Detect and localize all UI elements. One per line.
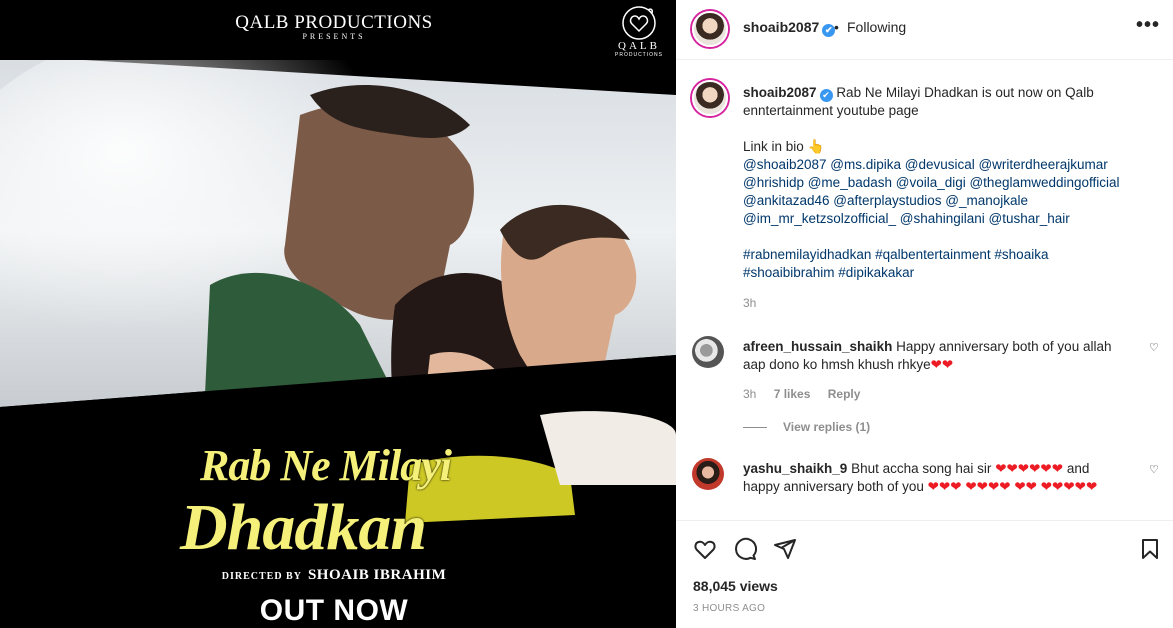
logo-sub: PRODUCTIONS xyxy=(615,52,663,58)
comment-text: afreen_hussain_shaikh Happy anniversary … xyxy=(743,338,1123,374)
share-icon[interactable] xyxy=(773,537,797,561)
like-heart-icon[interactable] xyxy=(693,537,717,561)
caption-avatar[interactable] xyxy=(692,80,728,116)
comment-hearts-b: ❤❤❤ ❤❤❤❤ ❤❤ ❤❤❤❤❤ xyxy=(927,479,1098,494)
movie-title-line1: Rab Ne Milayi xyxy=(200,441,452,490)
post-actions: 88,045 views 3 HOURS AGO xyxy=(676,520,1173,628)
comment-text: yashu_shaikh_9 Bhut accha song hai sir ❤… xyxy=(743,460,1123,496)
comment-meta: 3h 7 likes Reply xyxy=(743,387,874,401)
director-name: SHOAIB IBRAHIM xyxy=(307,567,447,583)
logo-word: QALB xyxy=(618,40,660,52)
comment-item: yashu_shaikh_9 Bhut accha song hai sir ❤… xyxy=(692,458,1162,520)
like-comment-icon[interactable]: ♡ xyxy=(1149,341,1159,354)
movie-title-line2: Dhadkan xyxy=(180,491,427,564)
post-caption: shoaib2087 ✔ Rab Ne Milayi Dhadkan is out… xyxy=(743,84,1143,312)
comment-username[interactable]: yashu_shaikh_9 xyxy=(743,461,847,476)
post-side-panel: shoaib2087 ✔ • Following ••• shoaib2087 ✔ … xyxy=(676,0,1173,628)
comment-icon[interactable] xyxy=(733,537,757,561)
commenter-avatar[interactable] xyxy=(692,336,724,368)
view-replies-label[interactable]: View replies (1) xyxy=(783,420,870,434)
separator-dot: • xyxy=(834,19,839,35)
reply-button[interactable]: Reply xyxy=(828,387,861,401)
caption-hashtags[interactable]: #rabnemilayidhadkan #qalbentertainment #… xyxy=(743,246,1143,282)
replies-divider xyxy=(743,427,767,429)
caption-time[interactable]: 3h xyxy=(743,294,1143,312)
following-button[interactable]: Following xyxy=(847,19,906,35)
header-username[interactable]: shoaib2087 ✔ xyxy=(743,19,836,37)
comment-body-a: Bhut accha song hai sir xyxy=(851,461,992,476)
comment-likes[interactable]: 7 likes xyxy=(774,387,811,401)
comment-hearts-a: ❤❤❤❤❤❤ xyxy=(995,461,1064,476)
heart-logo-icon xyxy=(622,6,656,40)
qalb-logo: QALB PRODUCTIONS xyxy=(608,4,670,66)
avatar[interactable] xyxy=(692,11,728,47)
like-comment-icon[interactable]: ♡ xyxy=(1149,463,1159,476)
post-media[interactable]: QALB PRODUCTIONS PRESENTS QALB PRODUCTIO… xyxy=(0,0,676,628)
comments-scroll[interactable]: shoaib2087 ✔ Rab Ne Milayi Dhadkan is out… xyxy=(676,61,1173,520)
more-options-icon[interactable]: ••• xyxy=(1136,14,1160,37)
comment-item: afreen_hussain_shaikh Happy anniversary … xyxy=(692,336,1162,416)
commenter-avatar[interactable] xyxy=(692,458,724,490)
comment-hearts: ❤❤ xyxy=(930,357,954,372)
director-credit: DIRECTED BY SHOAIB IBRAHIM xyxy=(0,567,668,584)
post-header: shoaib2087 ✔ • Following ••• xyxy=(676,0,1173,60)
brand-presents: PRESENTS xyxy=(302,32,366,41)
link-in-bio: Link in bio 👆 xyxy=(743,139,825,154)
brand-title: QALB PRODUCTIONS xyxy=(235,12,433,33)
caption-username[interactable]: shoaib2087 xyxy=(743,85,817,100)
caption-mentions[interactable]: @shoaib2087 @ms.dipika @devusical @write… xyxy=(743,156,1143,228)
post-time[interactable]: 3 HOURS AGO xyxy=(693,603,765,614)
comment-time[interactable]: 3h xyxy=(743,387,756,401)
comment-username[interactable]: afreen_hussain_shaikh xyxy=(743,339,892,354)
verified-icon: ✔ xyxy=(819,89,833,102)
directed-by-label: DIRECTED BY xyxy=(221,571,302,582)
out-now-label: OUT NOW xyxy=(259,594,409,627)
view-count[interactable]: 88,045 views xyxy=(693,578,778,594)
username-text[interactable]: shoaib2087 xyxy=(743,19,819,35)
view-replies-button[interactable]: View replies (1) xyxy=(743,420,870,434)
save-bookmark-icon[interactable] xyxy=(1138,537,1162,561)
